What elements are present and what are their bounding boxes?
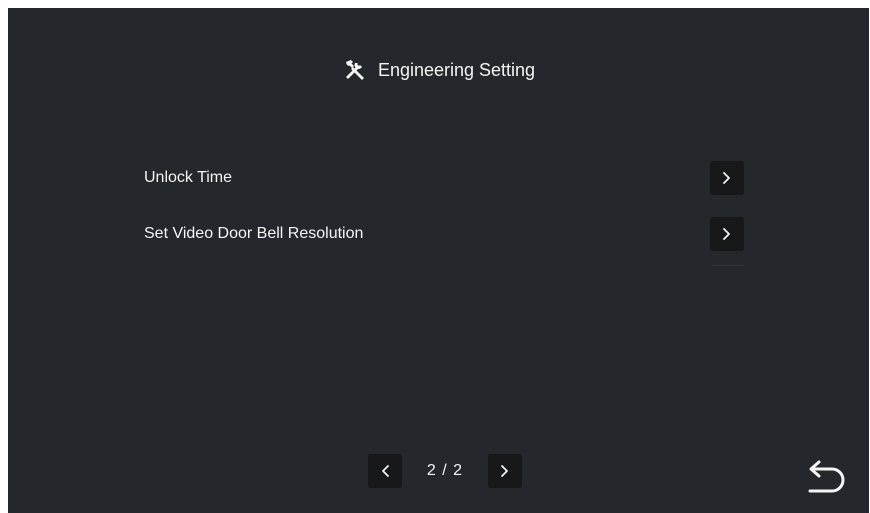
back-arrow-icon [808,460,845,493]
menu-item-unlock-time[interactable]: Unlock Time [144,161,744,195]
chevron-right-icon [723,172,730,184]
header: Engineering Setting [8,56,869,84]
tools-icon [342,57,368,83]
menu-item-label: Unlock Time [144,169,233,186]
chevron-right-icon [501,465,508,477]
back-button[interactable] [801,458,849,498]
next-page-button[interactable] [487,454,522,488]
engineering-setting-screen: Engineering Setting Unlock Time Set Vide… [8,8,869,513]
chevron-right-icon [723,228,730,240]
previous-page-button[interactable] [368,454,402,488]
menu-item-label: Set Video Door Bell Resolution [144,225,364,242]
page-indicator: 2 / 2 [426,462,464,479]
chevron-left-icon [382,465,389,477]
unlock-time-open-button[interactable] [710,161,744,195]
menu-item-video-doorbell-resolution[interactable]: Set Video Door Bell Resolution [144,217,744,251]
pager: 2 / 2 [368,454,522,488]
video-doorbell-resolution-open-button[interactable] [710,217,744,251]
page-title: Engineering Setting [377,59,536,80]
divider [711,265,744,266]
